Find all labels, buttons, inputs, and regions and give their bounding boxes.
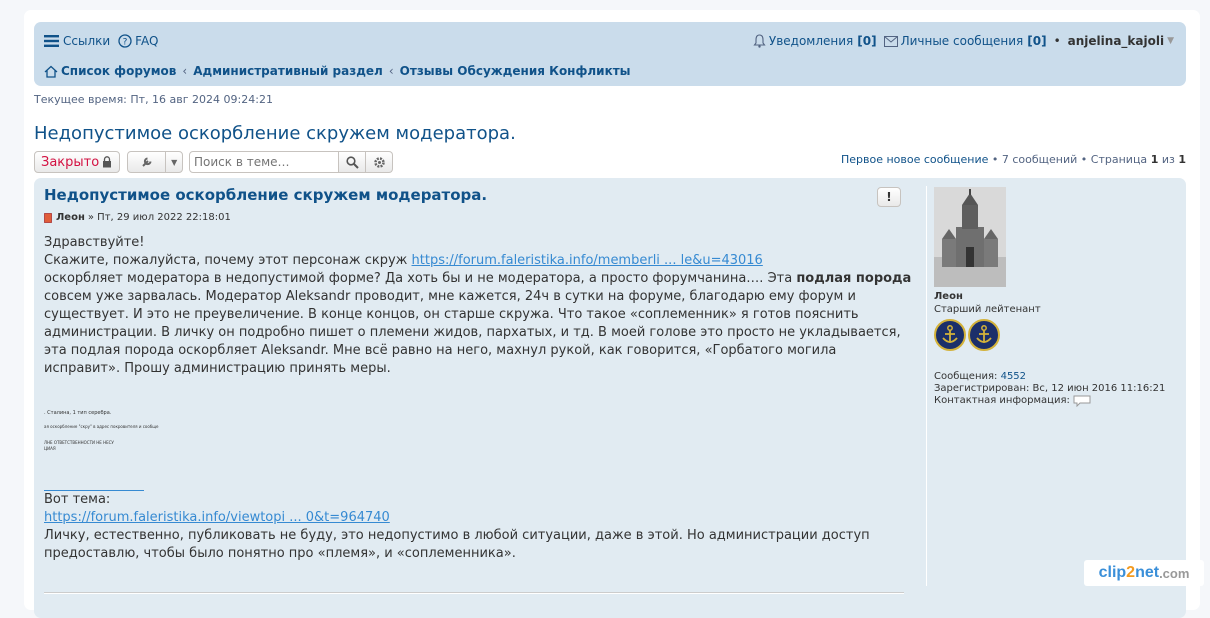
page-of: из	[1161, 153, 1175, 166]
attachment-text: ЦИАЯ	[44, 446, 56, 451]
registered-label: Зарегистрирован:	[934, 383, 1030, 394]
wrench-icon	[141, 157, 152, 167]
post-divider	[44, 592, 904, 594]
profile-divider	[926, 186, 927, 586]
watermark-part: clip	[1098, 564, 1127, 581]
tools-button[interactable]: ▼	[127, 151, 183, 173]
post-author-name[interactable]: Леон	[56, 212, 85, 223]
current-time: Текущее время: Пт, 16 авг 2024 09:24:21	[34, 93, 273, 106]
post-closing: Личку, естественно, публиковать не буду,…	[44, 528, 870, 561]
messages-link[interactable]: Личные сообщения [0]	[883, 34, 1047, 48]
breadcrumb-admin[interactable]: Административный раздел	[193, 64, 383, 78]
speech-bubble-icon[interactable]	[1073, 395, 1091, 407]
post: Недопустимое оскорбление скружем модерат…	[34, 178, 1186, 618]
breadcrumb-reviews[interactable]: Отзывы Обсуждения Конфликты	[400, 64, 631, 78]
breadcrumb-separator: ‹	[388, 64, 394, 78]
post-author: Леон » Пт, 29 июл 2022 22:18:01	[44, 212, 231, 223]
breadcrumb: Список форумов ‹ Административный раздел…	[44, 62, 631, 80]
profile-name[interactable]: Леон	[934, 291, 1184, 302]
topic-link[interactable]: https://forum.faleristika.info/viewtopi …	[44, 510, 390, 525]
nav-bullet: •	[1053, 34, 1061, 48]
watermark-logo: clip 2 net .com	[1084, 560, 1204, 586]
gear-icon	[373, 156, 385, 168]
notifications-label: Уведомления	[768, 34, 854, 48]
post-title[interactable]: Недопустимое оскорбление скружем модерат…	[44, 186, 487, 204]
bell-icon	[753, 34, 766, 48]
posts-label: Сообщения:	[934, 371, 998, 382]
post-date: » Пт, 29 июл 2022 22:18:01	[87, 212, 231, 223]
pagination-sep: •	[1080, 153, 1088, 166]
current-page: 1	[1150, 153, 1159, 166]
attachment-thumbnail[interactable]: . Сталина, 1 тип серебра. ая оскорбление…	[44, 394, 159, 491]
profile-rank: Старший лейтенант	[934, 304, 1041, 315]
links-menu[interactable]: Ссылки	[44, 34, 110, 48]
topic-label: Вот тема:	[44, 492, 111, 507]
avatar[interactable]	[934, 187, 1006, 287]
post-greeting: Здравствуйте!	[44, 235, 145, 250]
envelope-icon	[883, 35, 898, 47]
post-profile: Леон Старший лейтенант Сообщения: 4552 З…	[934, 187, 1184, 407]
watermark-part: net	[1135, 564, 1160, 581]
lock-icon	[103, 156, 112, 168]
topic-search	[189, 151, 393, 173]
notifications-link[interactable]: Уведомления [0]	[753, 34, 877, 48]
post-count: 7 сообщений	[1001, 153, 1078, 166]
post-text: оскорбляет модератора в недопустимой фор…	[44, 271, 793, 286]
watermark-part: 2	[1126, 564, 1136, 581]
page-title[interactable]: Недопустимое оскорбление скружем модерат…	[34, 123, 516, 144]
messages-count: [0]	[1027, 34, 1047, 48]
page-wrap: Ссылки ? FAQ Уведомления [0] Личные сооб…	[24, 10, 1200, 618]
post-bold-text: подлая порода	[796, 271, 912, 286]
contact-label: Контактная информация:	[934, 395, 1070, 406]
hamburger-icon	[44, 35, 59, 47]
post-icon	[44, 212, 52, 223]
username: anjelina_kajoli	[1067, 34, 1165, 48]
total-pages: 1	[1178, 153, 1186, 166]
question-icon: ?	[118, 34, 132, 48]
caret-down-icon: ▼	[1167, 36, 1174, 46]
locked-label: Закрыто	[41, 154, 100, 170]
registered-date: Вс, 12 июн 2016 11:16:21	[1032, 383, 1166, 394]
topic-actions: Закрыто ▼	[34, 150, 393, 174]
pagination-sep: •	[991, 153, 999, 166]
notifications-count: [0]	[857, 34, 877, 48]
watermark-part: .com	[1159, 565, 1190, 581]
svg-text:?: ?	[123, 38, 128, 48]
search-input[interactable]	[189, 151, 339, 173]
user-menu[interactable]: anjelina_kajoli ▼	[1068, 34, 1174, 48]
rank-medals	[934, 319, 1184, 351]
report-button[interactable]: !	[877, 187, 901, 207]
post-text: совсем уже зарвалась. Модератор Aleksand…	[44, 289, 901, 376]
pagination: Первое новое сообщение • 7 сообщений • С…	[841, 153, 1186, 166]
profile-info: Сообщения: 4552 Зарегистрирован: Вс, 12 …	[934, 371, 1184, 407]
first-new-post-link[interactable]: Первое новое сообщение	[841, 153, 988, 166]
faq-link[interactable]: ? FAQ	[118, 34, 158, 48]
posts-count-link[interactable]: 4552	[1001, 371, 1026, 382]
breadcrumb-separator: ‹	[182, 64, 188, 78]
messages-label: Личные сообщения	[900, 34, 1024, 48]
faq-label: FAQ	[135, 34, 159, 48]
member-link[interactable]: https://forum.faleristika.info/memberli …	[412, 253, 763, 268]
anchor-medal-icon	[968, 319, 1000, 351]
advanced-search-button[interactable]	[366, 151, 393, 173]
post-text: Скажите, пожалуйста, почему этот персона…	[44, 253, 408, 268]
breadcrumb-forums[interactable]: Список форумов	[61, 64, 176, 78]
church-image-icon	[934, 187, 1006, 287]
links-label: Ссылки	[63, 34, 111, 48]
locked-button[interactable]: Закрыто	[34, 151, 120, 173]
anchor-medal-icon	[934, 319, 966, 351]
search-icon	[345, 155, 359, 169]
search-button[interactable]	[339, 151, 366, 173]
home-icon	[44, 65, 58, 78]
post-content: Здравствуйте! Скажите, пожалуйста, почем…	[44, 234, 914, 563]
navbar: Ссылки ? FAQ Уведомления [0] Личные сооб…	[34, 22, 1186, 86]
chevron-down-icon: ▼	[171, 157, 178, 167]
page-label: Страница	[1090, 153, 1148, 166]
